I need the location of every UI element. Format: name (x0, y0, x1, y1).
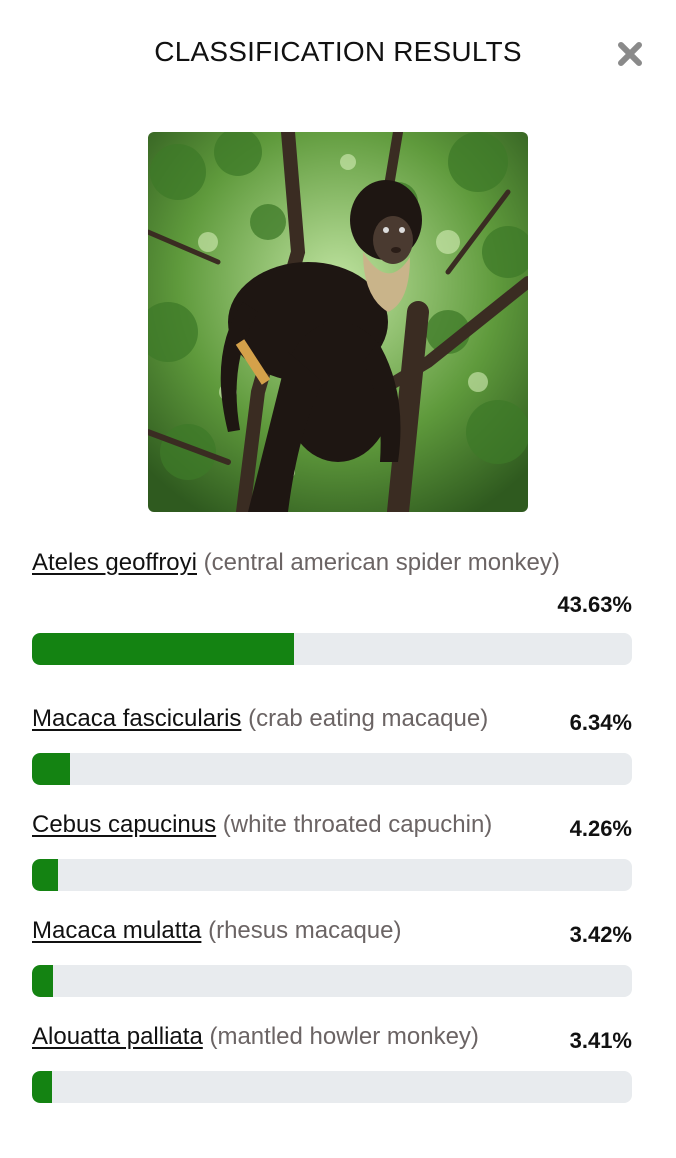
confidence-bar (32, 633, 632, 665)
result-name: Alouatta palliata (mantled howler monkey… (32, 1019, 632, 1055)
classified-photo (148, 132, 528, 512)
confidence-bar (32, 753, 632, 785)
confidence-percent: 6.34% (569, 710, 632, 735)
scientific-name-link[interactable]: Ateles geoffroyi (32, 549, 197, 576)
result-name: Macaca mulatta (rhesus macaque) (32, 913, 632, 949)
confidence-percent: 4.26% (569, 816, 632, 841)
scientific-name-link[interactable]: Alouatta palliata (32, 1023, 203, 1050)
common-name: (white throated capuchin) (222, 811, 493, 838)
confidence-bar-fill (32, 859, 58, 891)
confidence-bar (32, 859, 632, 891)
close-x-icon[interactable] (614, 38, 646, 70)
confidence-bar (32, 1071, 632, 1103)
result-item: Alouatta palliata (mantled howler monkey… (32, 1019, 632, 1103)
classification-results-modal: CLASSIFICATION RESULTS Ateles geoffroyi … (0, 0, 676, 1158)
result-name: Cebus capucinus (white throated capuchin… (32, 807, 632, 843)
scientific-name-link[interactable]: Macaca fascicularis (32, 705, 241, 732)
modal-title: CLASSIFICATION RESULTS (154, 36, 522, 67)
scientific-name-link[interactable]: Macaca mulatta (32, 917, 201, 944)
result-item: Macaca mulatta (rhesus macaque) 3.42% (32, 913, 632, 997)
confidence-bar-fill (32, 1071, 53, 1103)
confidence-percent: 3.41% (569, 1028, 632, 1053)
result-item: Cebus capucinus (white throated capuchin… (32, 807, 632, 891)
result-name: Ateles geoffroyi (central american spide… (32, 545, 632, 581)
confidence-percent: 3.42% (569, 922, 632, 947)
result-name: Macaca fascicularis (crab eating macaque… (32, 701, 632, 737)
confidence-bar-fill (32, 633, 294, 665)
common-name: (rhesus macaque) (208, 917, 402, 944)
confidence-bar-fill (32, 753, 71, 785)
common-name: (central american spider monkey) (203, 549, 560, 576)
common-name: (mantled howler monkey) (209, 1023, 479, 1050)
result-item: Macaca fascicularis (crab eating macaque… (32, 701, 632, 785)
confidence-bar (32, 965, 632, 997)
result-item: Ateles geoffroyi (central american spide… (32, 545, 632, 665)
results-list: Ateles geoffroyi (central american spide… (32, 545, 632, 1125)
confidence-bar-fill (32, 965, 53, 997)
confidence-percent: 43.63% (557, 592, 632, 617)
common-name: (crab eating macaque) (248, 705, 489, 732)
scientific-name-link[interactable]: Cebus capucinus (32, 811, 216, 838)
